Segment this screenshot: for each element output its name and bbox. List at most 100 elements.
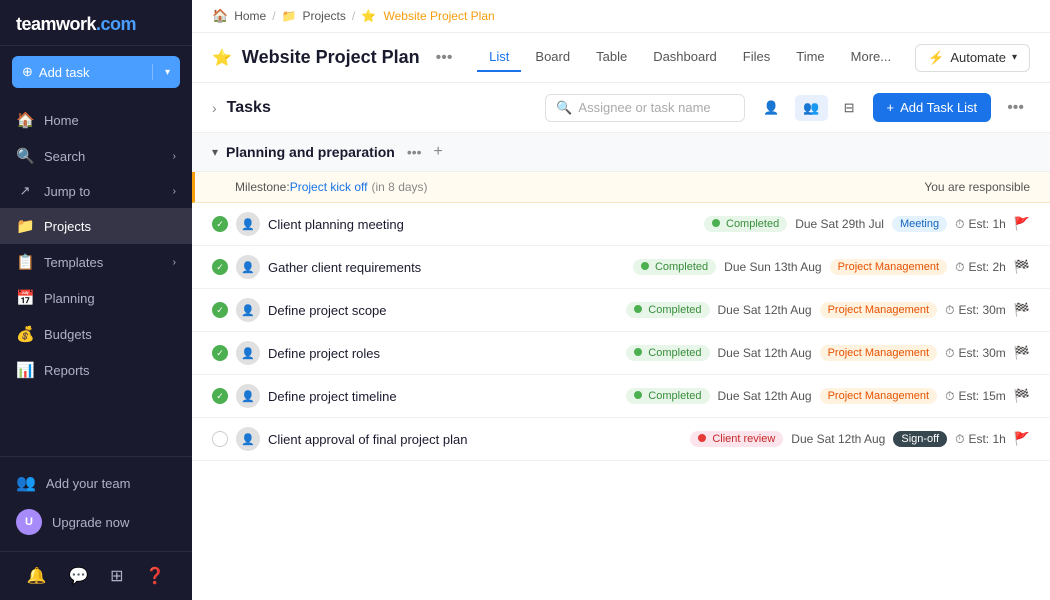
sidebar-item-reports[interactable]: 📊 Reports	[0, 352, 192, 388]
tab-more[interactable]: More...	[839, 43, 903, 72]
logo: teamwork.com	[16, 14, 136, 34]
tag-badge: Meeting	[892, 216, 947, 232]
task-checkbox[interactable]: ✓	[212, 259, 228, 275]
due-date: Due Sat 12th Aug	[791, 432, 885, 446]
sidebar-bottom: 👥 Add your team U Upgrade now	[0, 456, 192, 551]
star-icon[interactable]: ⭐	[212, 48, 232, 68]
chevron-down-icon: ▾	[1012, 52, 1017, 63]
project-title: Website Project Plan	[242, 47, 420, 68]
status-badge: Completed	[626, 388, 709, 404]
tasklist-more-button[interactable]: •••	[1001, 97, 1030, 119]
due-date: Due Sat 29th Jul	[795, 217, 884, 231]
tab-time[interactable]: Time	[784, 43, 836, 72]
sidebar-item-search[interactable]: 🔍 Search ›	[0, 138, 192, 174]
task-name[interactable]: Gather client requirements	[268, 260, 625, 275]
task-name[interactable]: Define project scope	[268, 303, 618, 318]
home-breadcrumb-icon: 🏠	[212, 8, 228, 24]
search-box[interactable]: 🔍 Assignee or task name	[545, 94, 745, 122]
add-task-button[interactable]: ⊕ Add task ▾	[12, 56, 180, 88]
sidebar-item-templates[interactable]: 📋 Templates ›	[0, 244, 192, 280]
sidebar-item-home[interactable]: 🏠 Home	[0, 102, 192, 138]
expand-icon[interactable]: ›	[212, 100, 217, 116]
automate-button[interactable]: ⚡ Automate ▾	[915, 44, 1030, 72]
status-badge: Completed	[626, 302, 709, 318]
help-icon[interactable]: ❓	[141, 562, 169, 590]
status-dot	[634, 305, 642, 313]
tab-dashboard[interactable]: Dashboard	[641, 43, 729, 72]
task-checkbox[interactable]: ✓	[212, 302, 228, 318]
breadcrumb-folder-icon: 📁	[282, 9, 297, 23]
plus-icon: +	[887, 100, 895, 115]
add-tasklist-button[interactable]: + Add Task List	[873, 93, 992, 122]
table-row: ✓ 👤 Client planning meeting Completed Du…	[192, 203, 1050, 246]
due-date: Due Sat 12th Aug	[718, 389, 812, 403]
status-dot	[712, 219, 720, 227]
messages-icon[interactable]: 💬	[64, 562, 92, 590]
add-team-item[interactable]: 👥 Add your team	[0, 465, 192, 501]
apps-icon[interactable]: ⊞	[106, 562, 127, 590]
tasks-heading: Tasks	[227, 99, 271, 117]
estimate: ⏱ Est: 15m	[945, 389, 1006, 404]
tag-badge: Sign-off	[893, 431, 947, 447]
task-name[interactable]: Define project timeline	[268, 389, 618, 404]
task-name[interactable]: Client approval of final project plan	[268, 432, 682, 447]
group-filter-button[interactable]: 👥	[795, 95, 827, 121]
sidebar-item-budgets[interactable]: 💰 Budgets	[0, 316, 192, 352]
section-header: ▾ Planning and preparation ••• +	[192, 133, 1050, 172]
task-checkbox[interactable]: ✓	[212, 216, 228, 232]
project-more-button[interactable]: •••	[430, 47, 459, 69]
tab-board[interactable]: Board	[523, 43, 582, 72]
star-small-icon: ⭐	[361, 9, 376, 23]
assignee-filter-button[interactable]: 👤	[755, 95, 787, 121]
milestone-link[interactable]: Project kick off	[290, 180, 368, 194]
avatar: 👤	[236, 341, 260, 365]
upgrade-item[interactable]: U Upgrade now	[0, 501, 192, 543]
section-more-button[interactable]: •••	[407, 144, 422, 160]
status-badge: Client review	[690, 431, 783, 447]
time-icon: ⏱	[955, 217, 964, 232]
status-badge: Completed	[626, 345, 709, 361]
sidebar-item-projects[interactable]: 📁 Projects	[0, 208, 192, 244]
sidebar-item-planning[interactable]: 📅 Planning	[0, 280, 192, 316]
filter-buttons: 👤 👥 ⊟	[755, 95, 862, 121]
sidebar: teamwork.com ⊕ Add task ▾ 🏠 Home 🔍 Searc…	[0, 0, 192, 600]
sidebar-nav: 🏠 Home 🔍 Search › ↗ Jump to › 📁 Projects…	[0, 98, 192, 456]
task-checkbox[interactable]: ✓	[212, 388, 228, 404]
section-add-button[interactable]: +	[434, 143, 443, 161]
section-title: Planning and preparation	[226, 144, 395, 160]
add-team-icon: 👥	[16, 473, 36, 493]
task-list-area: ▾ Planning and preparation ••• + Milesto…	[192, 133, 1050, 600]
avatar: 👤	[236, 212, 260, 236]
estimate: ⏱ Est: 2h	[955, 260, 1006, 275]
breadcrumb-current: ⭐ Website Project Plan	[361, 9, 494, 23]
budgets-icon: 💰	[16, 325, 34, 343]
header-tabs: List Board Table Dashboard Files Time Mo…	[477, 43, 1030, 72]
home-icon: 🏠	[16, 111, 34, 129]
status-dot	[634, 391, 642, 399]
flag-icon: 🏁	[1014, 259, 1030, 275]
avatar: 👤	[236, 384, 260, 408]
time-icon: ⏱	[945, 346, 954, 361]
main-content: 🏠 Home / 📁 Projects / ⭐ Website Project …	[192, 0, 1050, 600]
estimate: ⏱ Est: 30m	[945, 303, 1006, 318]
task-name[interactable]: Define project roles	[268, 346, 618, 361]
tab-files[interactable]: Files	[731, 43, 782, 72]
flag-icon: 🚩	[1014, 216, 1030, 232]
task-checkbox[interactable]: ✓	[212, 345, 228, 361]
sidebar-item-jump-to[interactable]: ↗ Jump to ›	[0, 174, 192, 208]
section-chevron-icon[interactable]: ▾	[212, 145, 218, 159]
due-date: Due Sat 12th Aug	[718, 303, 812, 317]
avatar: 👤	[236, 298, 260, 322]
project-header: ⭐ Website Project Plan ••• List Board Ta…	[192, 33, 1050, 83]
status-badge: Completed	[633, 259, 716, 275]
notifications-icon[interactable]: 🔔	[23, 562, 51, 590]
task-checkbox[interactable]	[212, 431, 228, 447]
tasks-toolbar: › Tasks 🔍 Assignee or task name 👤 👥 ⊟ + …	[192, 83, 1050, 133]
planning-icon: 📅	[16, 289, 34, 307]
breadcrumb: 🏠 Home / 📁 Projects / ⭐ Website Project …	[192, 0, 1050, 33]
task-name[interactable]: Client planning meeting	[268, 217, 696, 232]
tab-table[interactable]: Table	[584, 43, 639, 72]
tab-list[interactable]: List	[477, 43, 521, 72]
filter-button[interactable]: ⊟	[836, 95, 863, 121]
table-row: 👤 Client approval of final project plan …	[192, 418, 1050, 461]
